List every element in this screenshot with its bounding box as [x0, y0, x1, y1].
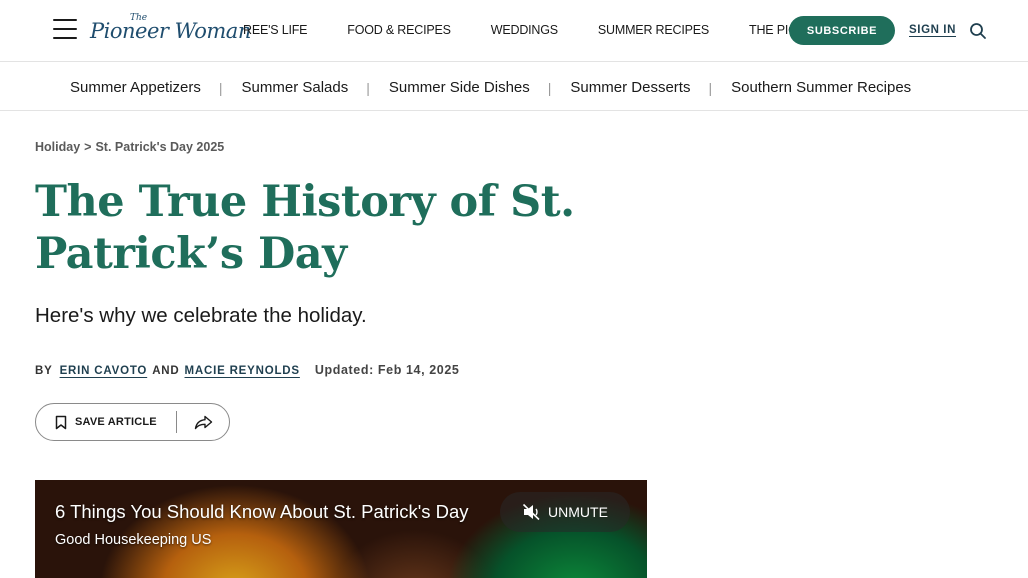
save-article-button[interactable]: SAVE ARTICLE [36, 411, 177, 433]
subnav-southern-summer-recipes[interactable]: Southern Summer Recipes [731, 79, 911, 96]
unmute-label: UNMUTE [548, 504, 608, 520]
breadcrumb: Holiday > St. Patrick's Day 2025 [35, 140, 224, 154]
video-title: 6 Things You Should Know About St. Patri… [55, 501, 469, 522]
subscribe-button[interactable]: SUBSCRIBE [789, 16, 895, 45]
article-title: The True History of St. Patrick’s Day [35, 177, 575, 279]
breadcrumb-st-patricks-day[interactable]: St. Patrick's Day 2025 [95, 140, 224, 154]
subnav-summer-desserts[interactable]: Summer Desserts [570, 79, 690, 96]
article-action-bar: SAVE ARTICLE [35, 403, 230, 441]
subnav-summer-salads[interactable]: Summer Salads [242, 79, 349, 96]
nav-rees-life[interactable]: REE'S LIFE [243, 23, 307, 37]
breadcrumb-separator: > [84, 140, 92, 154]
nav-food-recipes[interactable]: FOOD & RECIPES [347, 23, 451, 37]
byline-and: AND [152, 365, 180, 377]
site-header: The Pioneer Woman REE'S LIFE FOOD & RECI… [0, 0, 1028, 62]
save-article-label: SAVE ARTICLE [75, 416, 157, 428]
subnav-summer-side-dishes[interactable]: Summer Side Dishes [389, 79, 530, 96]
breadcrumb-holiday[interactable]: Holiday [35, 140, 80, 154]
muted-speaker-icon [522, 503, 540, 521]
bookmark-icon [55, 415, 67, 429]
menu-icon[interactable] [53, 19, 77, 39]
nav-summer-recipes[interactable]: SUMMER RECIPES [598, 23, 709, 37]
nav-weddings[interactable]: WEDDINGS [491, 23, 558, 37]
share-icon [194, 415, 212, 429]
subnav-separator: | [366, 79, 370, 96]
byline: BY ERIN CAVOTO AND MACIE REYNOLDS Update… [35, 363, 459, 377]
subnav-summer-appetizers[interactable]: Summer Appetizers [70, 79, 201, 96]
unmute-button[interactable]: UNMUTE [500, 492, 630, 532]
share-button[interactable] [177, 404, 229, 440]
byline-by: BY [35, 365, 53, 377]
sign-in-link[interactable]: SIGN IN [909, 24, 956, 36]
main-nav: REE'S LIFE FOOD & RECIPES WEDDINGS SUMME… [243, 23, 803, 37]
site-logo[interactable]: The Pioneer Woman [90, 13, 251, 47]
video-source: Good Housekeeping US [55, 532, 212, 548]
subnav-separator: | [218, 79, 223, 96]
subnav-separator: | [708, 79, 713, 96]
author-link-erin-cavoto[interactable]: ERIN CAVOTO [60, 365, 148, 377]
author-link-macie-reynolds[interactable]: MACIE REYNOLDS [185, 365, 300, 377]
secondary-nav: Summer Appetizers | Summer Salads | Summ… [0, 63, 1028, 111]
updated-date: Updated: Feb 14, 2025 [314, 363, 460, 377]
video-player[interactable]: 6 Things You Should Know About St. Patri… [35, 480, 647, 578]
article-dek: Here's why we celebrate the holiday. [35, 304, 367, 327]
logo-wordmark: Pioneer Woman [90, 19, 251, 43]
subnav-separator: | [547, 79, 552, 96]
search-icon[interactable] [969, 22, 987, 40]
